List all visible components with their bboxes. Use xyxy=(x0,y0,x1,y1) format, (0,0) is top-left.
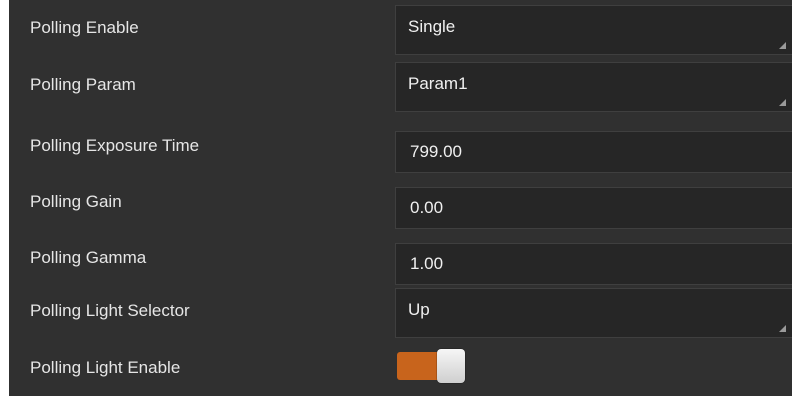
row-polling-gain: Polling Gain 0.00 xyxy=(9,174,792,230)
polling-light-enable-label: Polling Light Enable xyxy=(30,358,181,377)
row-polling-param: Polling Param Param1 xyxy=(9,57,792,113)
polling-gamma-value: 1.00 xyxy=(410,254,444,273)
polling-light-selector-value: Up xyxy=(408,300,430,319)
dropdown-corner-icon xyxy=(779,42,786,49)
dropdown-corner-icon xyxy=(779,325,786,332)
row-polling-light-selector: Polling Light Selector Up xyxy=(9,283,792,339)
toggle-knob[interactable] xyxy=(437,349,465,383)
polling-gamma-label: Polling Gamma xyxy=(30,248,147,267)
polling-light-selector-select[interactable]: Up xyxy=(395,288,792,338)
polling-exposure-time-label: Polling Exposure Time xyxy=(30,136,200,155)
row-polling-enable: Polling Enable Single xyxy=(9,0,792,56)
polling-gain-label: Polling Gain xyxy=(30,192,122,211)
row-polling-exposure-time: Polling Exposure Time 799.00 xyxy=(9,118,792,174)
polling-gamma-input[interactable]: 1.00 xyxy=(395,243,792,285)
polling-enable-label: Polling Enable xyxy=(30,18,139,37)
polling-gain-input[interactable]: 0.00 xyxy=(395,187,792,229)
polling-exposure-time-value: 799.00 xyxy=(410,142,462,161)
polling-param-label: Polling Param xyxy=(30,75,136,94)
polling-light-enable-toggle[interactable] xyxy=(397,349,465,383)
polling-gain-value: 0.00 xyxy=(410,198,444,217)
dropdown-corner-icon xyxy=(779,99,786,106)
polling-light-selector-label: Polling Light Selector xyxy=(30,301,190,320)
polling-enable-select[interactable]: Single xyxy=(395,5,792,55)
polling-enable-value: Single xyxy=(408,17,456,36)
polling-param-select[interactable]: Param1 xyxy=(395,62,792,112)
polling-exposure-time-input[interactable]: 799.00 xyxy=(395,131,792,173)
properties-panel: Polling Enable Single Polling Param Para… xyxy=(9,0,792,396)
row-polling-gamma: Polling Gamma 1.00 xyxy=(9,230,792,286)
polling-param-value: Param1 xyxy=(408,74,468,93)
